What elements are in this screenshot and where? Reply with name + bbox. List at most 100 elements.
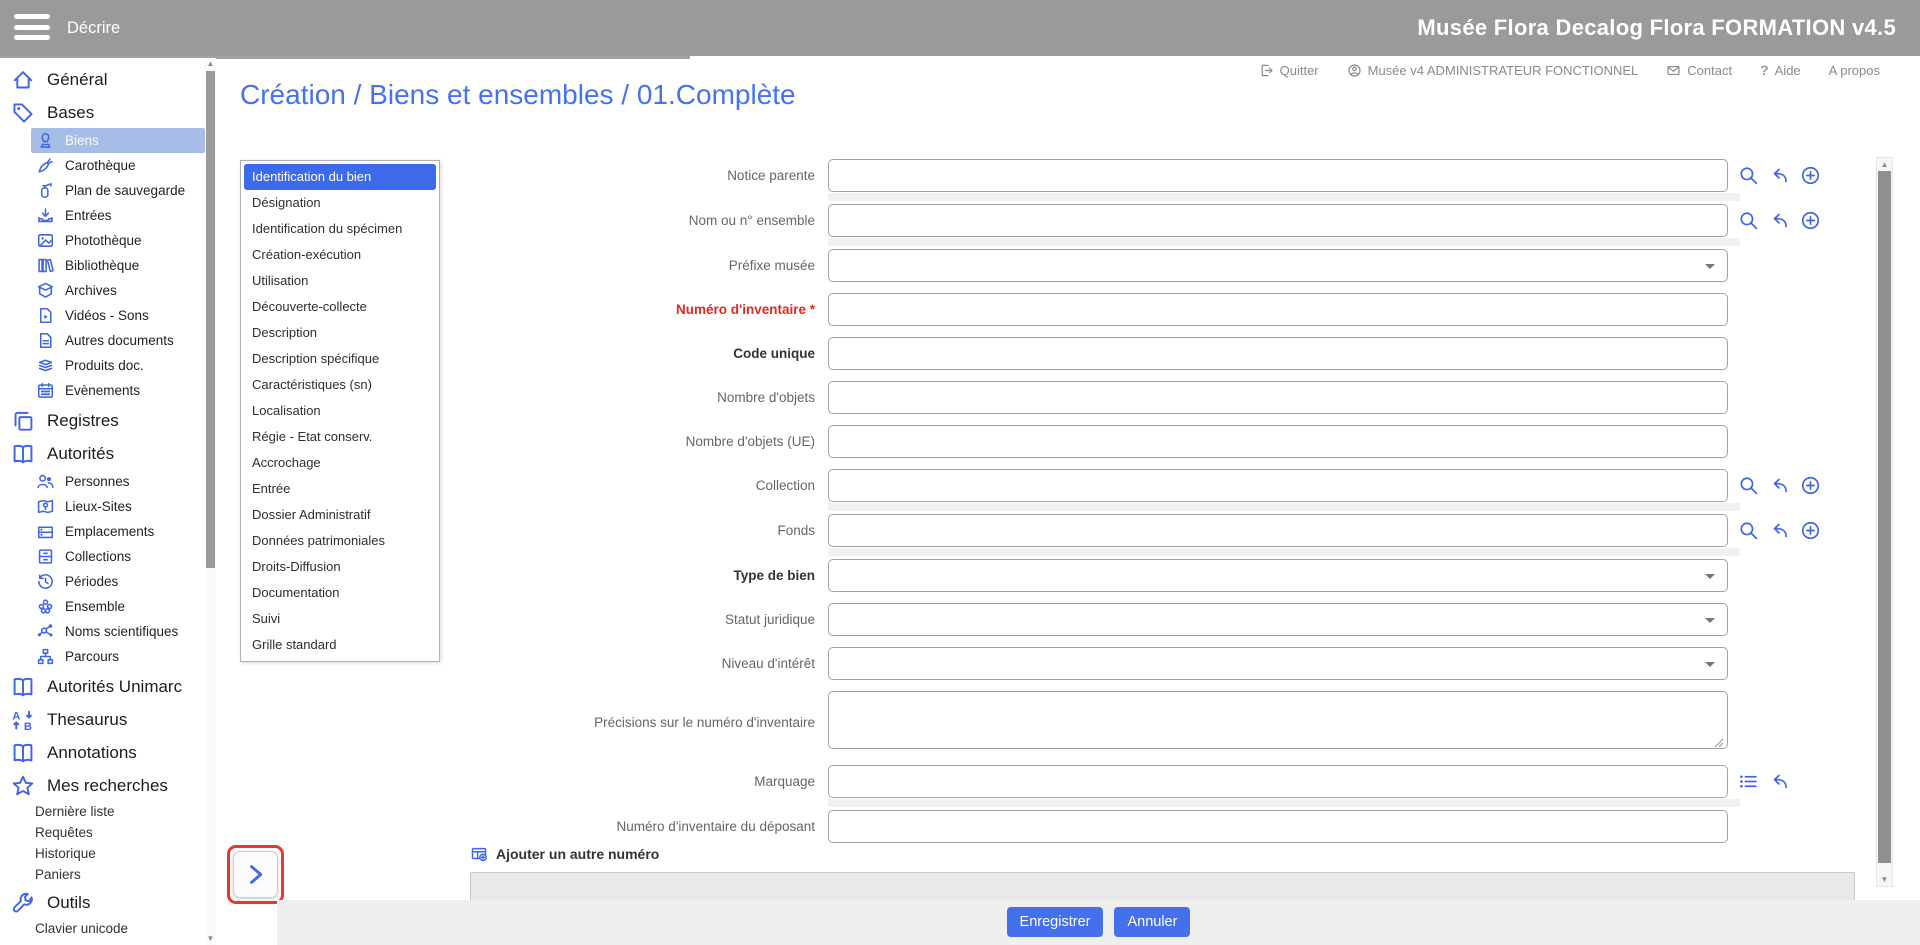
menu-item-utilisation[interactable]: Utilisation [244, 268, 436, 294]
sidebar-item-autorites-unimarc[interactable]: Autorités Unimarc [0, 672, 205, 702]
save-button[interactable]: Enregistrer [1007, 907, 1104, 937]
sidebar-item-registres[interactable]: Registres [0, 406, 205, 436]
toplink-quitter[interactable]: Quitter [1259, 63, 1319, 78]
menu-item-grille-standard[interactable]: Grille standard [244, 632, 436, 658]
input-numero-d-inventaire[interactable] [828, 293, 1728, 326]
menu-item-regie-etat-conserv[interactable]: Régie - Etat conserv. [244, 424, 436, 450]
sidebar-item-thesaurus[interactable]: ABThesaurus [0, 705, 205, 735]
input-nombre-d-objets-ue[interactable] [828, 425, 1728, 458]
sidebar-item-clavier-unicode[interactable]: Clavier unicode [0, 918, 205, 939]
undo-action[interactable] [1769, 520, 1790, 541]
sidebar-item-emplacements[interactable]: Emplacements [0, 519, 205, 544]
add-circle-action[interactable] [1800, 165, 1821, 186]
sidebar-item-phototheque[interactable]: Photothèque [0, 228, 205, 253]
sidebar-scrollbar-thumb[interactable] [206, 71, 215, 568]
expand-menu-button[interactable] [233, 851, 278, 898]
cancel-button[interactable]: Annuler [1114, 907, 1190, 937]
select-prefixe-musee[interactable] [828, 249, 1728, 282]
search-action[interactable] [1738, 520, 1759, 541]
input-code-unique[interactable] [828, 337, 1728, 370]
input-nombre-d-objets[interactable] [828, 381, 1728, 414]
undo-action[interactable] [1769, 210, 1790, 231]
toplink-a-propos[interactable]: A propos [1829, 63, 1880, 78]
input-collection[interactable] [828, 469, 1728, 502]
sidebar-item-personnes[interactable]: Personnes [0, 469, 205, 494]
sidebar-item-collections[interactable]: Collections [0, 544, 205, 569]
menu-item-localisation[interactable]: Localisation [244, 398, 436, 424]
add-circle-action[interactable] [1800, 475, 1821, 496]
sidebar-item-carotheque[interactable]: Carothèque [0, 153, 205, 178]
sidebar-item-noms-scientifiques[interactable]: Noms scientifiques [0, 619, 205, 644]
select-niveau-d-interet[interactable] [828, 647, 1728, 680]
input-nom-ou-n-ensemble[interactable] [828, 204, 1728, 237]
sidebar-item-historique[interactable]: Historique [0, 843, 205, 864]
sidebar-item-entrees[interactable]: Entrées [0, 203, 205, 228]
sidebar-item-outils[interactable]: Outils [0, 888, 205, 918]
menu-item-suivi[interactable]: Suivi [244, 606, 436, 632]
toplink-aide[interactable]: ?Aide [1760, 62, 1801, 78]
main-scrollbar-thumb[interactable] [1878, 171, 1891, 863]
menu-item-decouverte-collecte[interactable]: Découverte-collecte [244, 294, 436, 320]
sidebar-item-mes-recherches[interactable]: Mes recherches [0, 771, 205, 801]
menu-item-designation[interactable]: Désignation [244, 190, 436, 216]
sidebar-item-videos-sons[interactable]: Vidéos - Sons [0, 303, 205, 328]
menu-item-documentation[interactable]: Documentation [244, 580, 436, 606]
menu-item-description-specifique[interactable]: Description spécifique [244, 346, 436, 372]
sidebar-item-autres-documents[interactable]: Autres documents [0, 328, 205, 353]
textarea-precisions-sur-le-numero-d-inventaire[interactable] [828, 691, 1728, 749]
select-statut-juridique[interactable] [828, 603, 1728, 636]
resize-handle-icon[interactable] [1714, 738, 1724, 748]
toplink-musee-v4-administrateur-fonctionnel[interactable]: Musée v4 ADMINISTRATEUR FONCTIONNEL [1347, 63, 1639, 78]
add-number-header[interactable]: Ajouter un autre numéro [470, 845, 1855, 863]
hamburger-menu-icon[interactable] [14, 14, 50, 46]
menu-item-entree[interactable]: Entrée [244, 476, 436, 502]
scroll-down-icon[interactable]: ▼ [205, 934, 216, 944]
sidebar-item-autorites[interactable]: Autorités [0, 439, 205, 469]
main-scrollbar[interactable]: ▲ ▼ [1876, 157, 1893, 887]
menu-item-description[interactable]: Description [244, 320, 436, 346]
sidebar-item-lieux-sites[interactable]: Lieux-Sites [0, 494, 205, 519]
sidebar-item-bibliotheque[interactable]: Bibliothèque [0, 253, 205, 278]
search-action[interactable] [1738, 210, 1759, 231]
scroll-down-icon[interactable]: ▼ [1877, 874, 1892, 885]
menu-item-creation-execution[interactable]: Création-exécution [244, 242, 436, 268]
scroll-up-icon[interactable]: ▲ [1877, 159, 1892, 170]
sidebar-item-bases[interactable]: Bases [0, 98, 205, 128]
menu-item-identification-du-bien[interactable]: Identification du bien [244, 164, 436, 190]
sidebar-scrollbar[interactable]: ▲ ▼ [205, 58, 216, 945]
sidebar-item-paniers[interactable]: Paniers [0, 864, 205, 885]
input-numero-d-inventaire-du-deposant[interactable] [828, 810, 1728, 843]
select-type-de-bien[interactable] [828, 559, 1728, 592]
undo-action[interactable] [1769, 475, 1790, 496]
menu-item-caracteristiques-sn[interactable]: Caractéristiques (sn) [244, 372, 436, 398]
sidebar-item-derniere-liste[interactable]: Dernière liste [0, 801, 205, 822]
menu-item-identification-du-specimen[interactable]: Identification du spécimen [244, 216, 436, 242]
sidebar-item-produits-doc[interactable]: Produits doc. [0, 353, 205, 378]
list-action[interactable] [1738, 771, 1759, 792]
input-fonds[interactable] [828, 514, 1728, 547]
add-circle-action[interactable] [1800, 210, 1821, 231]
menu-item-droits-diffusion[interactable]: Droits-Diffusion [244, 554, 436, 580]
search-action[interactable] [1738, 165, 1759, 186]
undo-action[interactable] [1769, 165, 1790, 186]
toplink-contact[interactable]: Contact [1666, 63, 1732, 78]
sidebar-item-ensemble[interactable]: Ensemble [0, 594, 205, 619]
input-marquage[interactable] [828, 765, 1728, 798]
sidebar-item-biens[interactable]: Biens [31, 128, 205, 153]
menu-item-accrochage[interactable]: Accrochage [244, 450, 436, 476]
input-notice-parente[interactable] [828, 159, 1728, 192]
sidebar-item-general[interactable]: Général [0, 65, 205, 95]
sidebar-item-parcours[interactable]: Parcours [0, 644, 205, 669]
undo-action[interactable] [1769, 771, 1790, 792]
scroll-up-icon[interactable]: ▲ [205, 59, 216, 69]
sidebar-item-plan-de-sauvegarde[interactable]: Plan de sauvegarde [0, 178, 205, 203]
menu-item-dossier-administratif[interactable]: Dossier Administratif [244, 502, 436, 528]
search-action[interactable] [1738, 475, 1759, 496]
sidebar-item-requetes[interactable]: Requêtes [0, 822, 205, 843]
menu-item-donnees-patrimoniales[interactable]: Données patrimoniales [244, 528, 436, 554]
sidebar-item-periodes[interactable]: Périodes [0, 569, 205, 594]
sidebar-item-annotations[interactable]: Annotations [0, 738, 205, 768]
add-circle-action[interactable] [1800, 520, 1821, 541]
sidebar-item-evenements[interactable]: Evènements [0, 378, 205, 403]
sidebar-item-archives[interactable]: Archives [0, 278, 205, 303]
